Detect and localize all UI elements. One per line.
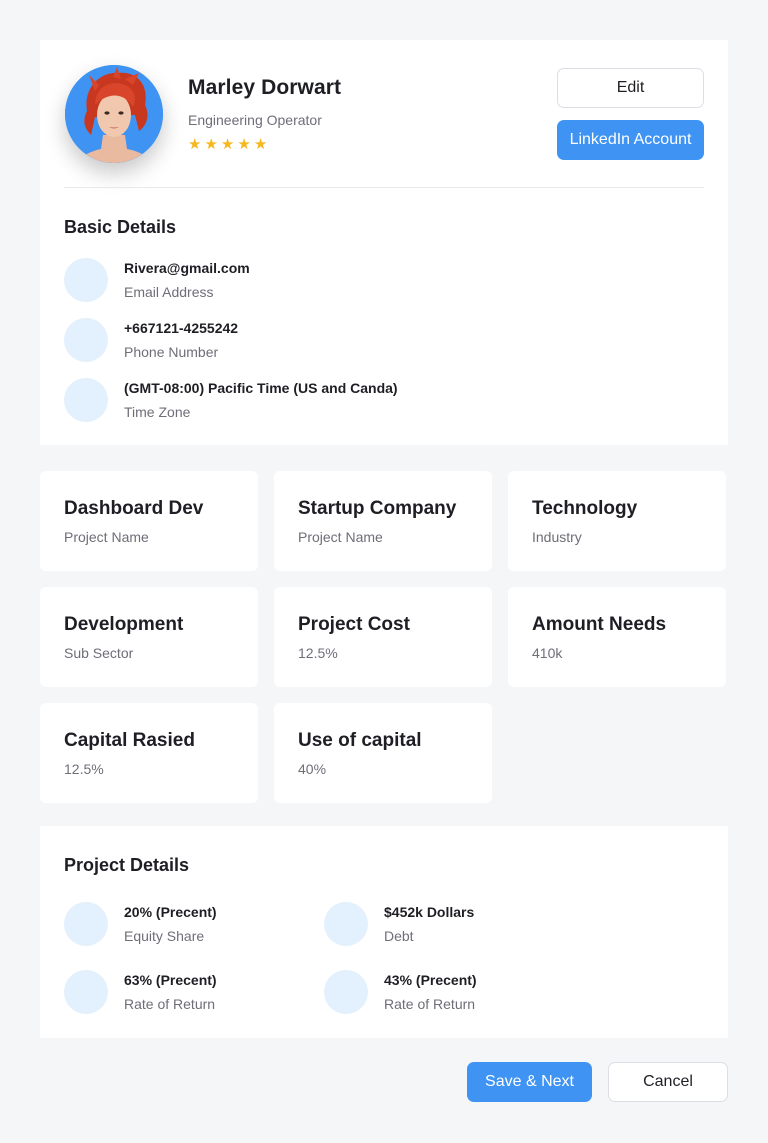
detail-label: Phone Number [124, 344, 219, 360]
project-details-card: Project Details 20% (Precent) Equity Sha… [40, 826, 728, 1038]
return-icon [324, 970, 368, 1014]
detail-label: Rate of Return [384, 996, 476, 1012]
detail-value: 63% (Precent) [124, 972, 217, 988]
tile-label: 40% [298, 761, 327, 777]
project-details-title: Project Details [64, 855, 190, 875]
phone-icon [64, 318, 108, 362]
detail-value: $452k Dollars [384, 904, 475, 920]
tile-project-cost: Project Cost 12.5% [274, 587, 492, 687]
edit-button[interactable]: Edit [557, 68, 704, 108]
detail-value: (GMT-08:00) Pacific Time (US and Canda) [124, 380, 398, 396]
star-icon: ★ [188, 135, 202, 153]
star-rating: ★ ★ ★ ★ ★ [188, 137, 267, 152]
detail-equity-share: 20% (Precent) Equity Share [64, 902, 304, 948]
user-role: Engineering Operator [188, 112, 322, 128]
detail-label: Time Zone [124, 404, 191, 420]
star-icon: ★ [204, 135, 218, 153]
star-icon: ★ [237, 135, 251, 153]
tile-value: Development [64, 614, 184, 635]
tile-project-name: Dashboard Dev Project Name [40, 471, 258, 571]
tile-value: Project Cost [298, 614, 410, 635]
tile-industry: Technology Industry [508, 471, 726, 571]
tile-label: Project Name [64, 529, 149, 545]
basic-details-title: Basic Details [64, 217, 177, 237]
tile-value: Amount Needs [532, 614, 667, 635]
clock-icon [64, 378, 108, 422]
detail-label: Email Address [124, 284, 214, 300]
tile-capital-raised: Capital Rasied 12.5% [40, 703, 258, 803]
return-icon [64, 970, 108, 1014]
divider [64, 187, 704, 188]
profile-card: Marley Dorwart Engineering Operator ★ ★ … [40, 40, 728, 445]
detail-debt: $452k Dollars Debt [324, 902, 564, 948]
tile-value: Use of capital [298, 730, 422, 751]
email-icon [64, 258, 108, 302]
linkedin-account-button[interactable]: LinkedIn Account [557, 120, 704, 160]
user-name: Marley Dorwart [188, 76, 342, 99]
detail-label: Equity Share [124, 928, 205, 944]
tile-label: 12.5% [64, 761, 104, 777]
detail-rate-of-return-2: 43% (Precent) Rate of Return [324, 970, 564, 1016]
star-icon: ★ [220, 135, 235, 153]
detail-value: 20% (Precent) [124, 904, 217, 920]
debt-icon [324, 902, 368, 946]
detail-value: +667121-4255242 [124, 320, 239, 336]
tile-amount-needs: Amount Needs 410k [508, 587, 726, 687]
equity-icon [64, 902, 108, 946]
detail-value: 43% (Precent) [384, 972, 477, 988]
star-icon: ★ [253, 135, 268, 153]
tile-value: Startup Company [298, 498, 457, 519]
avatar [65, 65, 163, 163]
tile-value: Capital Rasied [64, 730, 195, 751]
tile-project-name-2: Startup Company Project Name [274, 471, 492, 571]
tile-use-of-capital: Use of capital 40% [274, 703, 492, 803]
detail-rate-of-return: 63% (Precent) Rate of Return [64, 970, 304, 1016]
cancel-button[interactable]: Cancel [608, 1062, 728, 1102]
tile-label: Sub Sector [64, 645, 134, 661]
tile-value: Technology [532, 498, 638, 519]
save-next-button[interactable]: Save & Next [467, 1062, 592, 1102]
tile-label: Project Name [298, 529, 383, 545]
tile-label: Industry [532, 529, 582, 545]
tile-label: 12.5% [298, 645, 338, 661]
tile-value: Dashboard Dev [64, 498, 204, 519]
detail-label: Rate of Return [124, 996, 216, 1012]
detail-value: Rivera@gmail.com [124, 260, 250, 276]
tile-sub-sector: Development Sub Sector [40, 587, 258, 687]
detail-label: Debt [384, 928, 414, 944]
tile-label: 410k [532, 645, 563, 661]
